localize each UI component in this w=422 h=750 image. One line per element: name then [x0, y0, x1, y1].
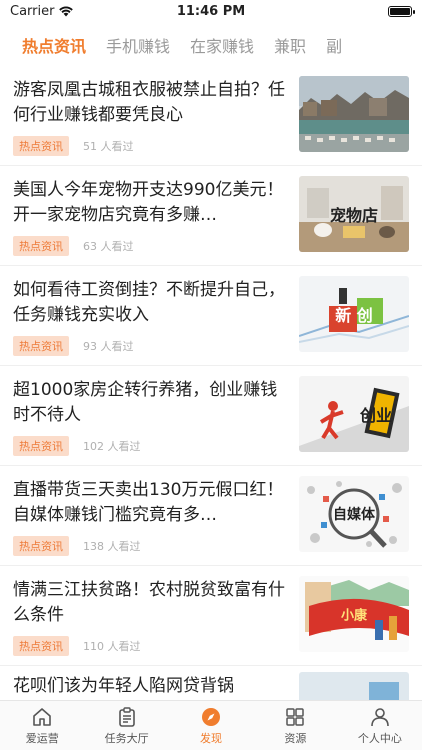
category-tag: 热点资讯 [13, 236, 69, 256]
news-title: 游客凤凰古城租衣服被禁止自拍？任何行业赚钱都要凭良心 [13, 80, 285, 125]
thumbnail-caption: 新 创 [335, 306, 373, 325]
tab-part-time[interactable]: 兼职 [264, 33, 316, 57]
category-tag: 热点资讯 [13, 436, 69, 456]
battery-icon [388, 5, 415, 17]
scenic-town-thumbnail [299, 76, 409, 152]
bottom-nav: 爱运营 任务大厅 发现 资源 个人中心 [0, 700, 422, 750]
tab-hot-news[interactable]: 热点资讯 [0, 33, 96, 57]
category-tag: 热点资讯 [13, 336, 69, 356]
news-item[interactable]: 情满三江扶贫路！农村脱贫致富有什么条件 热点资讯 110 人看过 小康 [0, 566, 422, 666]
tab-side-job[interactable]: 副 [316, 33, 342, 57]
news-title: 如何看待工资倒挂？不断提升自己，任务赚钱充实收入 [13, 280, 285, 325]
category-tag: 热点资讯 [13, 136, 69, 156]
view-count: 93 人看过 [83, 340, 134, 353]
pet-shop-thumbnail: 宠物店 [299, 176, 409, 252]
carrier-label: Carrier [10, 3, 55, 19]
category-tag: 热点资讯 [13, 636, 69, 656]
nav-label: 任务大厅 [104, 731, 149, 745]
news-title: 花呗们该为年轻人陷网贷背锅 [13, 676, 234, 696]
nav-profile[interactable]: 个人中心 [338, 701, 422, 750]
news-item[interactable]: 超1000家房企转行养猪，创业赚钱时不待人 热点资讯 102 人看过 创业 [0, 366, 422, 466]
view-count: 102 人看过 [83, 440, 141, 453]
clipboard-icon [118, 706, 135, 727]
view-count: 63 人看过 [83, 240, 134, 253]
tab-home-earning[interactable]: 在家赚钱 [180, 33, 264, 57]
news-title: 美国人今年宠物开支达990亿美元！开一家宠物店究竟有多赚… [13, 180, 284, 225]
view-count: 138 人看过 [83, 540, 141, 553]
thumbnail-caption: 自媒体 [333, 507, 375, 523]
nav-discover[interactable]: 发现 [169, 701, 253, 750]
grid-icon [286, 707, 305, 726]
nav-label: 爱运营 [25, 731, 59, 745]
home-icon [33, 707, 52, 726]
nav-home[interactable]: 爱运营 [0, 701, 84, 750]
news-title: 直播带货三天卖出130万元假口红！自媒体赚钱门槛究竟有多… [13, 480, 284, 525]
compass-icon [202, 707, 221, 726]
category-tabs: 热点资讯 手机赚钱 在家赚钱 兼职 副 [0, 26, 422, 64]
thumbnail-caption: 创业 [359, 406, 392, 425]
nav-label: 个人中心 [357, 731, 402, 745]
tab-phone-earning[interactable]: 手机赚钱 [96, 33, 180, 57]
nav-label: 发现 [200, 731, 223, 745]
news-item[interactable]: 花呗们该为年轻人陷网贷背锅 [0, 666, 422, 700]
nav-label: 资源 [284, 731, 307, 745]
thumbnail-caption: 宠物店 [329, 206, 378, 225]
news-item[interactable]: 游客凤凰古城租衣服被禁止自拍？任何行业赚钱都要凭良心 热点资讯 51 人看过 [0, 66, 422, 166]
news-item[interactable]: 如何看待工资倒挂？不断提升自己，任务赚钱充实收入 热点资讯 93 人看过 新 创 [0, 266, 422, 366]
news-feed: 游客凤凰古城租衣服被禁止自拍？任何行业赚钱都要凭良心 热点资讯 51 人看过 美… [0, 66, 422, 700]
view-count: 110 人看过 [83, 640, 141, 653]
news-title: 情满三江扶贫路！农村脱贫致富有什么条件 [13, 580, 285, 625]
we-media-thumbnail: 自媒体 [299, 476, 409, 552]
blocks-thumbnail: 新 创 [299, 276, 409, 352]
startup-thumbnail: 创业 [299, 376, 409, 452]
news-item[interactable]: 美国人今年宠物开支达990亿美元！开一家宠物店究竟有多赚… 热点资讯 63 人看… [0, 166, 422, 266]
news-item[interactable]: 直播带货三天卖出130万元假口红！自媒体赚钱门槛究竟有多… 热点资讯 138 人… [0, 466, 422, 566]
view-count: 51 人看过 [83, 140, 134, 153]
news-title: 超1000家房企转行养猪，创业赚钱时不待人 [13, 380, 278, 425]
thumbnail-caption: 小康 [340, 608, 367, 624]
category-tag: 热点资讯 [13, 536, 69, 556]
news-thumbnail [299, 672, 409, 700]
nav-resources[interactable]: 资源 [253, 701, 337, 750]
status-bar: Carrier 11:46 PM [0, 0, 422, 22]
poverty-alleviation-thumbnail: 小康 [299, 576, 409, 652]
nav-task-hall[interactable]: 任务大厅 [84, 701, 168, 750]
wifi-icon [59, 6, 74, 17]
person-icon [371, 707, 389, 726]
